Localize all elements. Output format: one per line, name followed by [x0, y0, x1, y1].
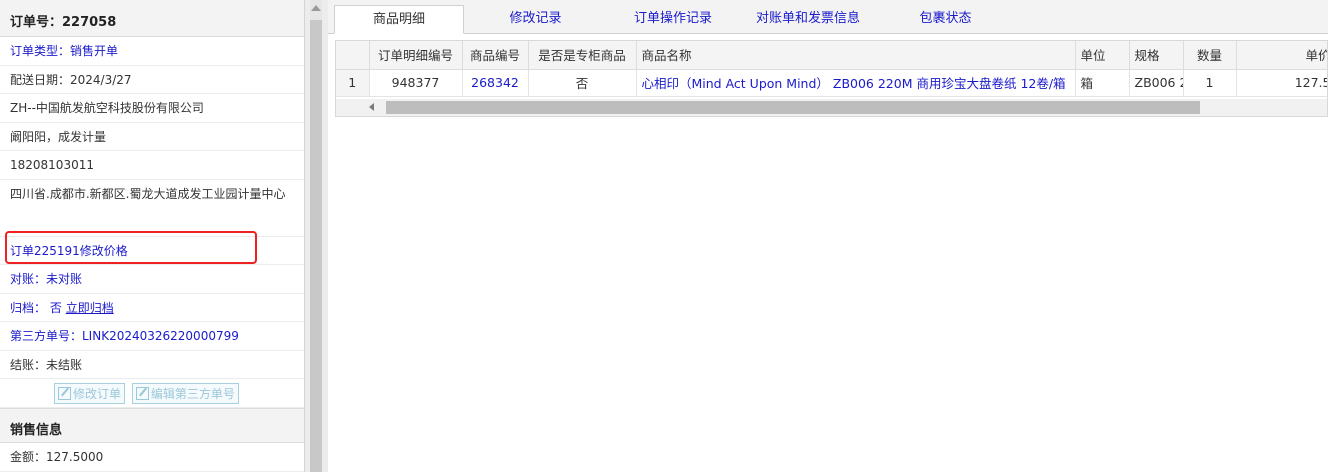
col-rownum: [336, 41, 370, 70]
col-spec[interactable]: 规格: [1129, 41, 1184, 70]
archive-value: 否: [49, 300, 62, 315]
scrollbar-thumb[interactable]: [310, 20, 322, 472]
scroll-left-icon[interactable]: [369, 103, 374, 111]
tab-modification-log[interactable]: 修改记录: [478, 5, 593, 34]
horizontal-scrollbar[interactable]: [336, 99, 1327, 116]
spec-cell: ZB006 2: [1129, 69, 1184, 97]
product-name-link[interactable]: 心相印（Mind Act Upon Mind） ZB006 220M 商用珍宝大…: [636, 69, 1076, 97]
col-unit-price[interactable]: 单价: [1236, 41, 1327, 70]
tab-invoice-info[interactable]: 对账单和发票信息: [743, 5, 873, 34]
product-grid: 订单明细编号 商品编号 是否是专柜商品 商品名称 单位 规格 数量 单价 1 9…: [335, 40, 1328, 117]
edit-icon: [58, 387, 71, 400]
phone-number: 18208103011: [0, 151, 304, 180]
sales-info-title: 销售信息: [0, 408, 304, 443]
tab-package-status[interactable]: 包裹状态: [888, 5, 1003, 34]
detail-panel: 商品明细 修改记录 订单操作记录 对账单和发票信息 包裹状态 订单明细编号 商品…: [328, 0, 1328, 472]
edit-third-party-button[interactable]: 编辑第三方单号: [131, 383, 239, 404]
customer-company: ZH--中国航发航空科技股份有限公司: [0, 94, 304, 123]
scroll-up-icon[interactable]: [311, 5, 321, 11]
edit-third-party-label: 编辑第三方单号: [150, 387, 235, 401]
tab-product-details[interactable]: 商品明细: [334, 5, 464, 34]
settlement-status: 结账：未结账: [0, 351, 304, 379]
order-info-panel: 订单号：227058 订单类型：销售开单 配送日期：2024/3/27 ZH--…: [0, 0, 305, 472]
delivery-date: 配送日期：2024/3/27: [0, 66, 304, 94]
contacts: 阚阳阳，成发计量: [0, 123, 304, 151]
col-unit[interactable]: 单位: [1075, 41, 1130, 70]
tab-operation-log[interactable]: 订单操作记录: [608, 5, 738, 34]
reconcile-status: 对账：未对账: [0, 265, 304, 294]
edit-icon: [135, 387, 149, 400]
detail-id-cell: 948377: [369, 69, 463, 97]
grid-header-row: 订单明细编号 商品编号 是否是专柜商品 商品名称 单位 规格 数量 单价: [336, 41, 1327, 70]
col-counter-product[interactable]: 是否是专柜商品: [528, 41, 637, 70]
row-number: 1: [336, 69, 370, 97]
counter-product-cell: 否: [528, 69, 637, 97]
unit-cell: 箱: [1075, 69, 1130, 97]
col-product-name[interactable]: 商品名称: [636, 41, 1076, 70]
panel-splitter[interactable]: [305, 0, 328, 472]
tab-bar: 商品明细 修改记录 订单操作记录 对账单和发票信息 包裹状态: [328, 0, 1328, 34]
col-detail-id[interactable]: 订单明细编号: [369, 41, 463, 70]
archive-status: 归档： 否 立即归档: [0, 294, 304, 322]
table-row[interactable]: 1 948377 268342 否 心相印（Mind Act Upon Mind…: [336, 69, 1327, 97]
col-quantity[interactable]: 数量: [1183, 41, 1237, 70]
order-note: 订单225191修改价格: [0, 237, 304, 265]
order-type: 订单类型：销售开单: [0, 37, 304, 66]
third-party-number: 第三方单号：LINK20240326220000799: [0, 322, 304, 351]
archive-label: 归档：: [10, 300, 47, 315]
horizontal-scroll-thumb[interactable]: [386, 101, 1200, 114]
delivery-address: 四川省.成都市.新都区.蜀龙大道成发工业园计量中心: [0, 180, 304, 237]
unit-price-cell: 127.5: [1236, 69, 1327, 97]
modify-order-label: 修改订单: [73, 387, 122, 401]
order-number-header: 订单号：227058: [0, 0, 304, 37]
sales-amount: 金额：127.5000: [0, 443, 304, 472]
col-product-id[interactable]: 商品编号: [462, 41, 529, 70]
archive-now-link[interactable]: 立即归档: [66, 301, 114, 315]
modify-order-button[interactable]: 修改订单: [54, 383, 126, 404]
product-id-link[interactable]: 268342: [462, 69, 529, 97]
quantity-cell: 1: [1183, 69, 1237, 97]
order-actions: 修改订单 编辑第三方单号: [0, 379, 304, 408]
